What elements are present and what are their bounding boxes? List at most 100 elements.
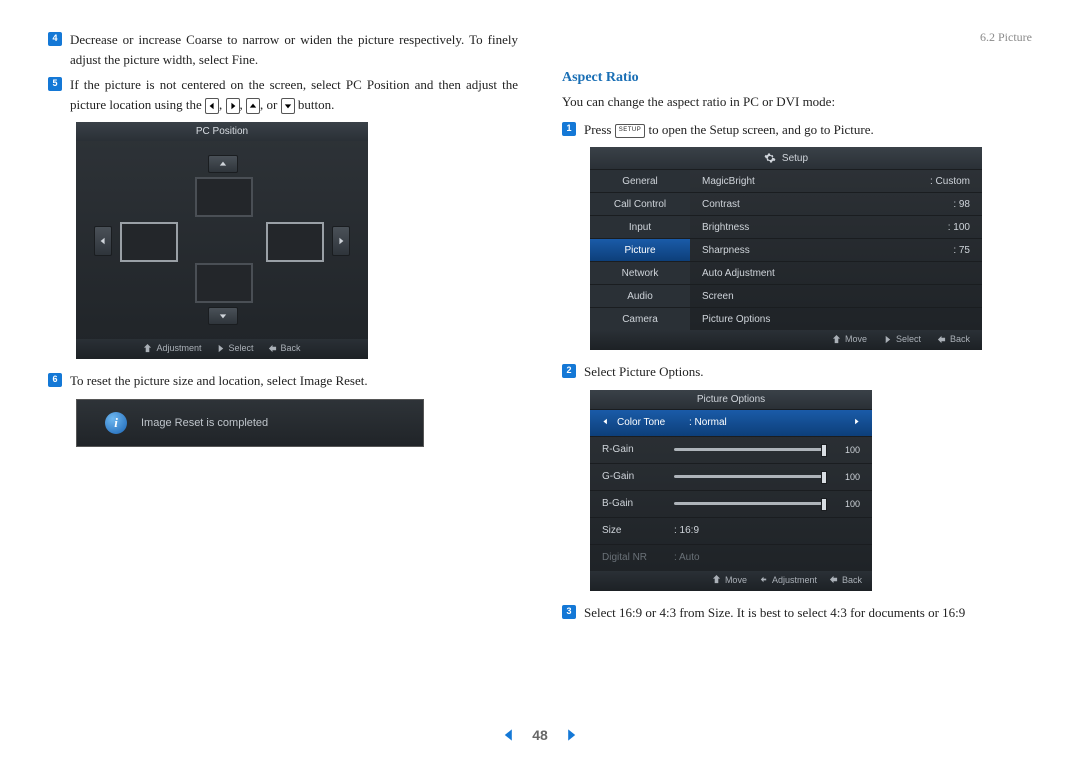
sidebar-item-call-control[interactable]: Call Control	[590, 192, 690, 215]
po-rgain-label: R-Gain	[602, 444, 666, 455]
sidebar-item-input[interactable]: Input	[590, 215, 690, 238]
po-bgain-slider[interactable]	[674, 502, 824, 505]
setup-title: Setup	[782, 153, 808, 164]
pcpos-frame-left	[120, 222, 178, 262]
pcpos-right-button[interactable]	[332, 226, 350, 256]
po-row-size[interactable]: Size : 16:9	[590, 517, 872, 544]
po-row-r-gain[interactable]: R-Gain 100	[590, 436, 872, 463]
left-column: 4 Decrease or increase Coarse to narrow …	[48, 30, 518, 628]
step-5-text: If the picture is not centered on the sc…	[70, 75, 518, 114]
pc-position-title: PC Position	[76, 122, 368, 141]
left-triangle-icon	[602, 417, 609, 429]
footer-adjust-label: Adjustment	[156, 343, 201, 353]
aspect-ratio-intro: You can change the aspect ratio in PC or…	[562, 92, 1032, 112]
step-1-text-b: to open the Setup screen, and go to Pict…	[645, 122, 874, 137]
sidebar-item-general[interactable]: General	[590, 169, 690, 192]
step-3: 3 Select 16:9 or 4:3 from Size. It is be…	[562, 603, 1032, 623]
or-text: , or	[260, 97, 281, 112]
setup-footer-move: Move	[845, 334, 867, 344]
sidebar-item-picture[interactable]: Picture	[590, 238, 690, 261]
footer-back-label: Back	[281, 343, 301, 353]
up-arrow-key	[246, 98, 260, 114]
po-ggain-slider[interactable]	[674, 475, 824, 478]
image-reset-message: Image Reset is completed	[141, 417, 268, 429]
right-column: Aspect Ratio You can change the aspect r…	[562, 70, 1032, 628]
po-row-g-gain[interactable]: G-Gain 100	[590, 463, 872, 490]
po-footer-back: Back	[842, 575, 862, 585]
setup-panel: Setup General Call Control Input Picture…	[590, 147, 982, 350]
pcpos-left-button[interactable]	[94, 226, 112, 256]
left-arrow-key	[205, 98, 219, 114]
po-row-color-tone[interactable]: Color Tone : Normal	[590, 409, 872, 436]
step-5-text-b: button.	[298, 97, 334, 112]
step-number-2: 2	[562, 364, 576, 378]
step-number-4: 4	[48, 32, 62, 46]
po-rgain-slider[interactable]	[674, 448, 824, 451]
page-number: 48	[532, 727, 548, 743]
setup-row-screen[interactable]: Screen	[690, 284, 982, 307]
setup-row-brightness[interactable]: Brightness: 100	[690, 215, 982, 238]
comma-1: ,	[219, 97, 226, 112]
po-rgain-value: 100	[832, 445, 860, 455]
setup-sidebar: General Call Control Input Picture Netwo…	[590, 169, 690, 330]
sidebar-item-audio[interactable]: Audio	[590, 284, 690, 307]
step-number-3: 3	[562, 605, 576, 619]
setup-row-auto-adjustment[interactable]: Auto Adjustment	[690, 261, 982, 284]
step-2: 2 Select Picture Options.	[562, 362, 1032, 382]
step-3-text: Select 16:9 or 4:3 from Size. It is best…	[584, 603, 1032, 623]
right-arrow-key	[226, 98, 240, 114]
section-header: 6.2 Picture	[980, 30, 1032, 45]
setup-titlebar: Setup	[590, 147, 982, 169]
po-colortone-label: Color Tone	[617, 417, 681, 428]
setup-row-contrast[interactable]: Contrast: 98	[690, 192, 982, 215]
po-footer-adjust: Adjustment	[772, 575, 817, 585]
pc-position-panel: PC Position Adjustment Select Back	[76, 122, 368, 359]
setup-row-picture-options[interactable]: Picture Options	[690, 307, 982, 330]
step-number-1: 1	[562, 122, 576, 136]
step-1: 1 Press SETUP to open the Setup screen, …	[562, 120, 1032, 140]
po-ggain-label: G-Gain	[602, 471, 666, 482]
step-4-text: Decrease or increase Coarse to narrow or…	[70, 30, 518, 69]
po-colortone-value: : Normal	[689, 417, 845, 428]
po-footer: Move Adjustment Back	[590, 571, 872, 591]
sidebar-item-camera[interactable]: Camera	[590, 307, 690, 330]
po-size-value: : 16:9	[674, 525, 699, 536]
step-5: 5 If the picture is not centered on the …	[48, 75, 518, 114]
footer-select-label: Select	[229, 343, 254, 353]
step-number-5: 5	[48, 77, 62, 91]
gear-icon	[764, 152, 776, 164]
pcpos-footer: Adjustment Select Back	[76, 339, 368, 359]
po-dnr-value: : Auto	[674, 552, 700, 563]
page-footer: 48	[0, 727, 1080, 743]
prev-page-icon[interactable]	[502, 728, 516, 742]
image-reset-bar: i Image Reset is completed	[76, 399, 424, 447]
sidebar-item-network[interactable]: Network	[590, 261, 690, 284]
po-dnr-label: Digital NR	[602, 552, 666, 563]
po-bgain-label: B-Gain	[602, 498, 666, 509]
po-ggain-value: 100	[832, 472, 860, 482]
setup-footer-select: Select	[896, 334, 921, 344]
pcpos-frame-right	[266, 222, 324, 262]
setup-row-sharpness[interactable]: Sharpness: 75	[690, 238, 982, 261]
po-row-digital-nr: Digital NR : Auto	[590, 544, 872, 571]
picture-options-panel: Picture Options Color Tone : Normal R-Ga…	[590, 390, 872, 591]
po-bgain-value: 100	[832, 499, 860, 509]
right-triangle-icon	[853, 417, 860, 429]
step-6-text: To reset the picture size and location, …	[70, 371, 518, 391]
po-footer-move: Move	[725, 575, 747, 585]
pcpos-up-button[interactable]	[208, 155, 238, 173]
next-page-icon[interactable]	[564, 728, 578, 742]
setup-row-magicbright[interactable]: MagicBright: Custom	[690, 169, 982, 192]
po-size-label: Size	[602, 525, 666, 536]
step-4: 4 Decrease or increase Coarse to narrow …	[48, 30, 518, 69]
step-2-text: Select Picture Options.	[584, 362, 1032, 382]
step-6: 6 To reset the picture size and location…	[48, 371, 518, 391]
pcpos-down-button[interactable]	[208, 307, 238, 325]
down-arrow-key	[281, 98, 295, 114]
info-icon: i	[105, 412, 127, 434]
setup-footer-back: Back	[950, 334, 970, 344]
setup-footer: Move Select Back	[590, 330, 982, 350]
po-row-b-gain[interactable]: B-Gain 100	[590, 490, 872, 517]
step-1-text: Press SETUP to open the Setup screen, an…	[584, 120, 1032, 140]
pcpos-frame-top	[195, 177, 253, 217]
